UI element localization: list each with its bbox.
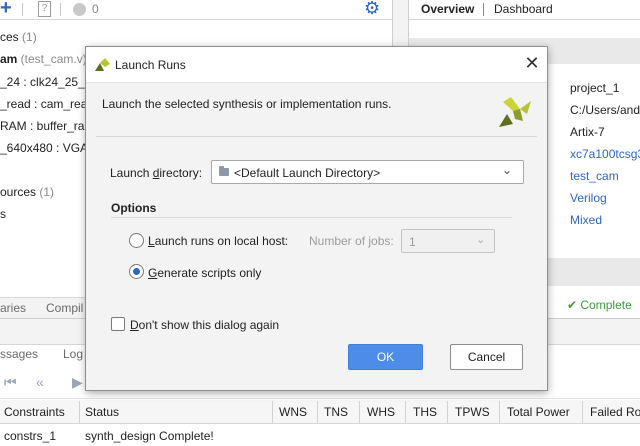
toolbar-divider — [60, 3, 61, 16]
column-header[interactable]: TNS — [324, 405, 348, 419]
launch-directory-value: <Default Launch Directory> — [234, 166, 381, 180]
column-header[interactable]: Status — [85, 405, 119, 419]
tab-overview[interactable]: Overview — [421, 2, 474, 16]
status-dot-icon — [73, 3, 86, 16]
column-divider — [317, 401, 318, 423]
tab-dashboard[interactable]: Dashboard — [494, 2, 553, 16]
column-divider — [359, 401, 360, 423]
tree-item[interactable]: am (test_cam.v) — [0, 52, 87, 66]
project-part-link[interactable]: xc7a100tcsg3 — [570, 147, 640, 161]
divider — [96, 136, 537, 137]
tab-messages[interactable]: ssages — [0, 347, 38, 361]
gear-icon[interactable]: ⚙ — [364, 0, 380, 19]
number-of-jobs-value: 1 — [409, 235, 416, 249]
tree-item[interactable]: _24 : clk24_25_ — [0, 75, 85, 89]
project-name-value: project_1 — [570, 81, 620, 95]
help-icon[interactable]: ? — [38, 1, 51, 17]
message-count: 0 — [92, 2, 99, 16]
chevron-down-icon[interactable]: ⌄ — [476, 233, 485, 246]
column-divider — [499, 401, 500, 423]
simulator-language-link[interactable]: Mixed — [570, 213, 602, 227]
launch-local-radio[interactable] — [129, 233, 144, 248]
cancel-button[interactable]: Cancel — [450, 344, 523, 370]
top-module-link[interactable]: test_cam — [570, 169, 619, 183]
dialog-title-bar[interactable]: Launch Runs ✕ — [86, 47, 547, 83]
first-page-icon[interactable]: ⏮ — [4, 374, 17, 391]
launch-local-label[interactable]: Launch runs on local host: — [148, 234, 288, 248]
launch-directory-label: Launch directory: — [110, 166, 203, 180]
project-location-value: C:/Users/and — [570, 103, 640, 117]
number-of-jobs-select[interactable]: 1 ⌄ — [401, 229, 495, 253]
previous-page-icon[interactable]: « — [36, 374, 44, 390]
run-constraints-cell: constrs_1 — [4, 429, 57, 443]
column-header[interactable]: Total Power — [507, 405, 570, 419]
column-divider — [405, 401, 406, 423]
folder-icon — [219, 166, 229, 176]
tree-item[interactable]: ces (1) — [0, 30, 37, 44]
vivado-logo-icon — [499, 97, 531, 127]
status-text: Complete — [580, 298, 632, 312]
column-header[interactable]: TPWS — [455, 405, 490, 419]
add-icon[interactable]: + — [0, 0, 12, 20]
toolbar-divider — [22, 3, 23, 16]
tree-item[interactable]: _read : cam_rea — [0, 97, 87, 111]
sources-toolbar: + ? 0 ⚙ — [0, 0, 392, 20]
status-complete: ✔ Complete — [567, 298, 632, 312]
tree-item[interactable]: RAM : buffer_ram — [0, 119, 94, 133]
tab-log[interactable]: Log — [63, 347, 83, 361]
number-of-jobs-label: Number of jobs: — [309, 234, 394, 248]
tree-item[interactable]: _640x480 : VGA_ — [0, 141, 95, 155]
chevron-down-icon[interactable]: ⌄ — [502, 163, 512, 177]
column-divider — [79, 401, 80, 423]
column-header[interactable]: THS — [413, 405, 437, 419]
divider — [111, 217, 512, 218]
generate-scripts-radio[interactable] — [129, 264, 144, 279]
target-language-link[interactable]: Verilog — [570, 191, 607, 205]
dialog-title: Launch Runs — [115, 58, 186, 72]
run-status-cell: synth_design Complete! — [85, 429, 214, 443]
ok-button[interactable]: OK — [348, 344, 423, 370]
column-header[interactable]: WNS — [279, 405, 307, 419]
tab-libraries[interactable]: aries — [0, 301, 26, 315]
product-family-value: Artix-7 — [570, 125, 605, 139]
column-divider — [272, 401, 273, 423]
tree-item[interactable]: s — [0, 207, 6, 221]
column-header[interactable]: Constraints — [4, 405, 65, 419]
dont-show-checkbox[interactable] — [111, 317, 125, 331]
dialog-description: Launch the selected synthesis or impleme… — [102, 97, 392, 111]
tab-compile-order[interactable]: Compil — [46, 301, 83, 315]
tree-item[interactable]: ources (1) — [0, 185, 54, 199]
vivado-logo-icon — [95, 58, 110, 71]
launch-directory-select[interactable]: <Default Launch Directory> ⌄ — [211, 160, 524, 184]
column-divider — [447, 401, 448, 423]
play-icon[interactable]: ▶ — [72, 374, 83, 391]
column-divider — [582, 401, 583, 423]
column-header[interactable]: WHS — [367, 405, 395, 419]
close-icon[interactable]: ✕ — [522, 53, 542, 73]
options-section-title: Options — [111, 201, 157, 215]
dont-show-label[interactable]: Don't show this dialog again — [130, 318, 279, 332]
generate-scripts-label[interactable]: Generate scripts only — [148, 266, 261, 280]
column-header[interactable]: Failed Ro — [590, 405, 640, 419]
summary-tabs: Overview Dashboard — [409, 0, 640, 20]
launch-runs-dialog: Launch Runs ✕ Launch the selected synthe… — [85, 46, 548, 391]
check-icon: ✔ — [567, 298, 581, 312]
tab-divider — [483, 3, 484, 16]
